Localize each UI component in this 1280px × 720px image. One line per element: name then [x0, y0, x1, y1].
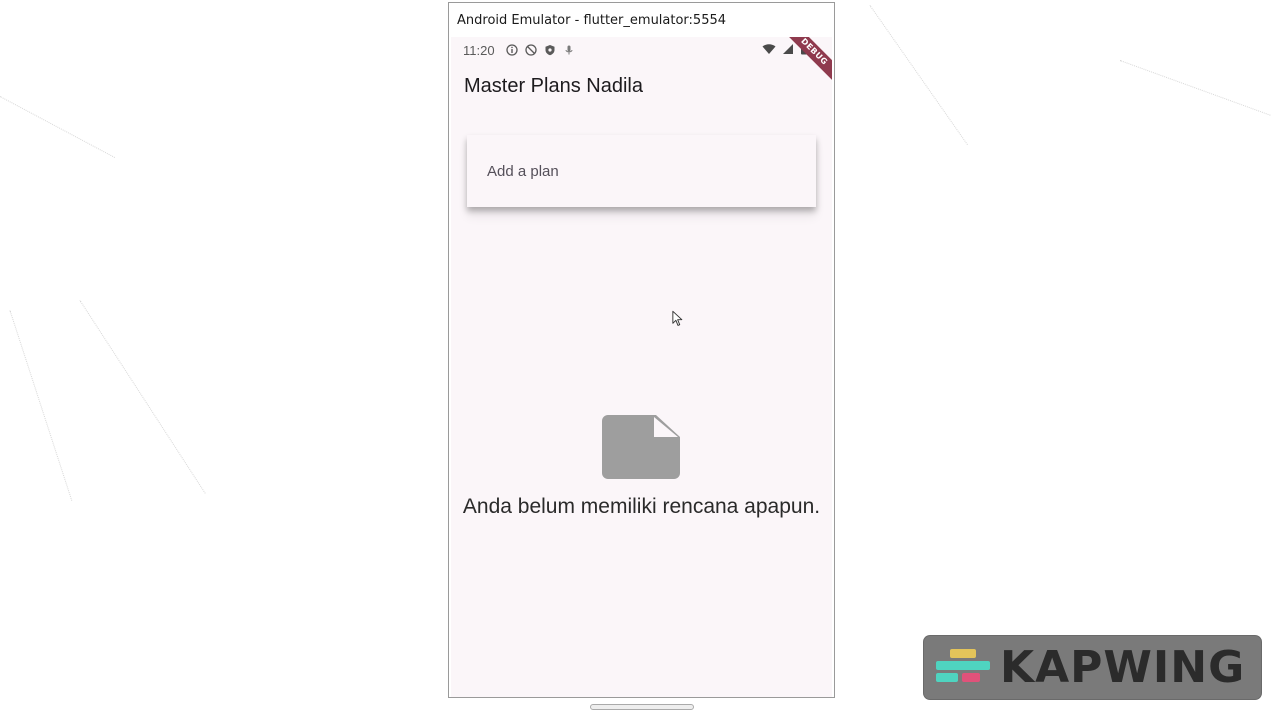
kapwing-logo-icon	[936, 648, 990, 682]
status-time: 11:20	[463, 42, 495, 58]
note-icon	[602, 415, 680, 479]
background-scratch	[869, 5, 968, 146]
device-screen: 11:20 DEBUG Master Plans Nadila Add a pl…	[451, 37, 832, 697]
background-scratch	[79, 300, 206, 494]
emulator-title: Android Emulator - flutter_emulator:5554	[457, 12, 727, 28]
page-title: Master Plans Nadila	[464, 75, 643, 97]
mouse-cursor-icon	[672, 310, 683, 326]
shield-icon	[545, 45, 555, 56]
add-plan-card[interactable]	[467, 135, 816, 207]
kapwing-logo-text: KAPWING	[1000, 641, 1246, 693]
emulator-window: Android Emulator - flutter_emulator:5554…	[448, 2, 835, 698]
background-scratch	[9, 310, 73, 501]
background-scratch	[1119, 60, 1271, 116]
status-bar: 11:20 DEBUG	[451, 37, 832, 86]
kapwing-watermark: KAPWING	[924, 636, 1261, 699]
signal-icon	[783, 44, 793, 54]
emulator-titlebar[interactable]: Android Emulator - flutter_emulator:5554	[449, 3, 834, 37]
info-icon	[505, 44, 518, 56]
home-indicator[interactable]	[590, 704, 694, 710]
background-scratch	[0, 96, 116, 158]
wifi-icon	[762, 44, 776, 54]
microphone-icon	[565, 45, 573, 55]
add-plan-input[interactable]	[487, 162, 787, 180]
empty-state-message: Anda belum memiliki rencana apapun.	[462, 495, 821, 518]
do-not-disturb-icon	[524, 44, 537, 56]
